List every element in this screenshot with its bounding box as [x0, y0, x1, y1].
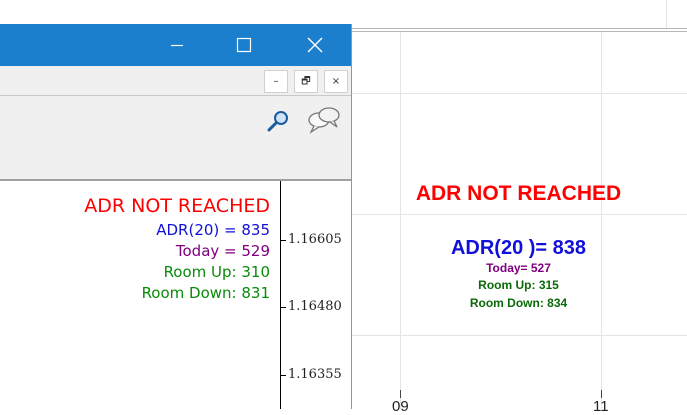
close-icon: [307, 37, 323, 53]
adr-status-title: ADR NOT REACHED: [415, 182, 622, 205]
time-axis-label: 09: [392, 398, 409, 415]
price-label: 1.16480: [288, 299, 342, 314]
minimize-button[interactable]: [154, 24, 200, 66]
time-axis-label: 11: [593, 398, 609, 415]
window-toolbar: [0, 96, 351, 180]
minimize-icon: [171, 44, 183, 47]
mdi-close-button[interactable]: ×: [324, 70, 348, 93]
chart-separator: [350, 28, 687, 29]
today-range: Today= 527: [486, 261, 551, 275]
price-tick: [281, 375, 286, 376]
adr-value: ADR(20 )= 838: [450, 237, 587, 259]
maximize-icon: [236, 37, 252, 53]
mdi-minimize-button[interactable]: –: [264, 70, 288, 93]
maximize-button[interactable]: [221, 24, 267, 66]
close-button[interactable]: [292, 24, 338, 66]
mdi-restore-button[interactable]: 🗗: [294, 70, 318, 93]
price-axis: 1.16605 1.16480 1.16355: [281, 181, 351, 409]
today-range: Today = 529: [175, 242, 270, 260]
search-button[interactable]: [266, 109, 290, 138]
chart-separator: [350, 31, 687, 32]
room-down: Room Down: 831: [141, 284, 270, 302]
price-label: 1.16605: [288, 232, 342, 247]
mdi-control-bar: – 🗗 ×: [0, 66, 351, 96]
chat-icon: [308, 107, 340, 134]
room-up: Room Up: 310: [163, 263, 270, 281]
price-tick: [281, 307, 286, 308]
price-label: 1.16355: [288, 367, 342, 382]
adr-value: ADR(20) = 835: [156, 221, 270, 239]
chart-window: – 🗗 × ADR NOT REACHED ADR(20) = 835 Toda…: [0, 24, 351, 409]
room-down: Room Down: 834: [469, 296, 568, 310]
window-titlebar[interactable]: [0, 24, 351, 66]
chat-button[interactable]: [306, 106, 342, 139]
adr-status-title: ADR NOT REACHED: [84, 195, 270, 217]
search-icon: [267, 111, 288, 132]
price-tick: [281, 240, 286, 241]
room-up: Room Up: 315: [478, 278, 559, 292]
window-chart-area[interactable]: ADR NOT REACHED ADR(20) = 835 Today = 52…: [0, 181, 281, 409]
